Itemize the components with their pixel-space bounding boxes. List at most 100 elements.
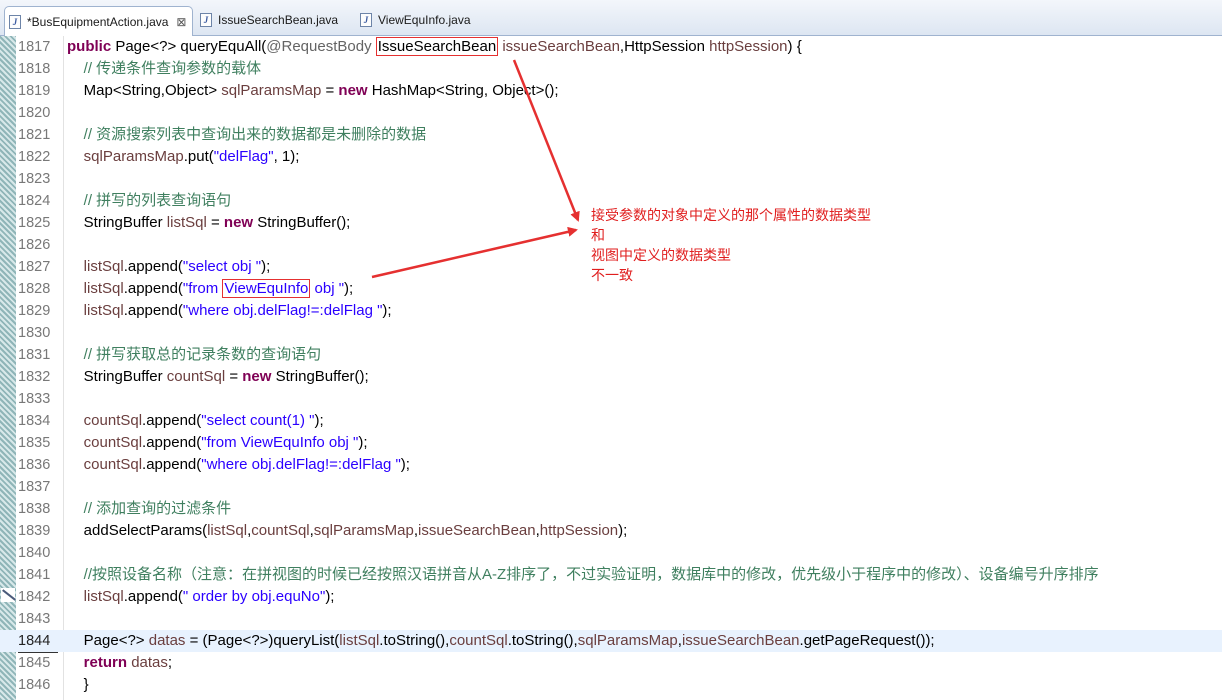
line-number: 1825 [18, 215, 51, 231]
code-line[interactable]: 1831 // 拼写获取总的记录条数的查询语句 [0, 344, 1222, 366]
code-editor[interactable]: 1817 public Page<?> queryEquAll(@RequestB… [0, 36, 1222, 700]
code-line[interactable]: 1830 [0, 322, 1222, 344]
code-line[interactable]: 1838 // 添加查询的过滤条件 [0, 498, 1222, 520]
tab-issue-search-bean[interactable]: J IssueSearchBean.java [196, 8, 338, 32]
code-line[interactable]: 1819 Map<String,Object> sqlParamsMap = n… [0, 80, 1222, 102]
code-token: countSql [67, 434, 143, 451]
line-code: countSql.append("select count(1) "); [67, 410, 324, 432]
annotation-line: 不一致 [591, 268, 633, 284]
code-token: ); [314, 412, 324, 429]
code-token: public [67, 38, 112, 55]
code-line[interactable]: 1840 [0, 542, 1222, 564]
code-token: Page<?> [67, 632, 149, 649]
line-number: 1824 [18, 193, 51, 209]
code-line[interactable]: 1843 [0, 608, 1222, 630]
code-line[interactable]: 1823 [0, 168, 1222, 190]
code-line[interactable]: 1833 [0, 388, 1222, 410]
line-code: StringBuffer countSql = new StringBuffer… [67, 366, 369, 388]
line-number: 1827 [18, 259, 51, 275]
code-token: ); [325, 588, 335, 605]
code-line[interactable]: 1839 addSelectParams(listSql,countSql,sq… [0, 520, 1222, 542]
code-line[interactable]: 1844 Page<?> datas = (Page<?>)queryList(… [0, 630, 1222, 653]
code-token: issueSearchBean [681, 632, 800, 649]
code-token: .append( [123, 258, 183, 275]
line-code: //按照设备名称（注意：在拼视图的时候已经按照汉语拼音从A-Z排序了，不过实验证… [67, 564, 1099, 586]
annotation-line: 接受参数的对象中定义的那个属性的数据类型 [591, 208, 871, 224]
line-number: 1842 [18, 589, 51, 605]
code-line[interactable]: 1832 StringBuffer countSql = new StringB… [0, 366, 1222, 388]
line-number: 1822 [18, 149, 51, 165]
code-token: listSql [67, 280, 124, 297]
line-number: 1834 [18, 413, 51, 429]
line-number: 1840 [18, 545, 51, 561]
code-line[interactable]: 1842 listSql.append(" order by obj.equNo… [0, 586, 1222, 608]
line-number: 1839 [18, 523, 51, 539]
line-number: 1846 [18, 677, 51, 693]
code-token: countSql [67, 412, 143, 429]
code-line[interactable]: 1845 return datas; [0, 652, 1222, 674]
code-line[interactable]: 1820 [0, 102, 1222, 124]
code-token: HashMap<String, Object>(); [367, 82, 559, 99]
code-line[interactable]: 1836 countSql.append("where obj.delFlag!… [0, 454, 1222, 476]
line-number: 1826 [18, 237, 51, 253]
code-token: StringBuffer(); [271, 368, 369, 385]
code-line[interactable]: 1822 sqlParamsMap.put("delFlag", 1); [0, 146, 1222, 168]
code-token: sqlParamsMap [67, 148, 184, 165]
tab-label: ViewEquInfo.java [378, 13, 471, 27]
code-token: "from [182, 280, 223, 297]
code-token: .toString(), [379, 632, 450, 649]
code-token: .append( [123, 302, 183, 319]
code-token: countSql [251, 522, 310, 539]
code-token: StringBuffer [67, 368, 167, 385]
code-token: new [242, 368, 272, 385]
line-code: Map<String,Object> sqlParamsMap = new Ha… [67, 80, 559, 102]
code-token: httpSession [539, 522, 619, 539]
code-token: listSql [67, 302, 124, 319]
code-token: ); [344, 280, 354, 297]
line-code: listSql.append(" order by obj.equNo"); [67, 586, 335, 608]
code-token: datas [148, 632, 186, 649]
code-token: sqlParamsMap [221, 82, 322, 99]
code-token: issueSearchBean [418, 522, 536, 539]
code-token: countSql [67, 456, 143, 473]
code-token: "select obj " [182, 258, 262, 275]
line-number: 1832 [18, 369, 51, 385]
editor-tab-bar: J *BusEquipmentAction.java ⊠ J IssueSear… [0, 0, 1222, 36]
line-number: 1843 [18, 611, 51, 627]
highlighted-token: ViewEquInfo [222, 279, 311, 298]
code-line[interactable]: 1841 //按照设备名称（注意：在拼视图的时候已经按照汉语拼音从A-Z排序了，… [0, 564, 1222, 586]
code-token: addSelectParams( [67, 522, 208, 539]
code-line[interactable]: 1829 listSql.append("where obj.delFlag!=… [0, 300, 1222, 322]
code-token: @RequestBody [266, 38, 372, 55]
code-line[interactable]: 1846 } [0, 674, 1222, 696]
line-number: 1819 [18, 83, 51, 99]
tab-bus-equipment-action[interactable]: J *BusEquipmentAction.java ⊠ [4, 6, 194, 36]
line-code: // 添加查询的过滤条件 [67, 498, 232, 520]
code-token: } [67, 676, 89, 693]
line-number: 1823 [18, 171, 51, 187]
code-token: countSql [166, 368, 226, 385]
tab-view-equ-info[interactable]: J ViewEquInfo.java [356, 8, 471, 32]
line-number: 1833 [18, 391, 51, 407]
line-code: public Page<?> queryEquAll(@RequestBody … [67, 36, 802, 58]
code-token: listSql [67, 258, 124, 275]
code-line[interactable]: 1834 countSql.append("select count(1) ")… [0, 410, 1222, 432]
code-token: Map<String,Object> [67, 82, 222, 99]
line-code: sqlParamsMap.put("delFlag", 1); [67, 146, 300, 168]
annotation-line: 视图中定义的数据类型 [591, 248, 731, 264]
code-line[interactable]: 1837 [0, 476, 1222, 498]
java-file-icon: J [360, 13, 372, 27]
code-token: .append( [123, 588, 183, 605]
code-token: sqlParamsMap [313, 522, 414, 539]
line-code: // 资源搜索列表中查询出来的数据都是未删除的数据 [67, 124, 427, 146]
code-line[interactable]: 1818 // 传递条件查询参数的载体 [0, 58, 1222, 80]
line-number: 1829 [18, 303, 51, 319]
code-line[interactable]: 1835 countSql.append("from ViewEquInfo o… [0, 432, 1222, 454]
close-icon[interactable]: ⊠ [176, 15, 186, 29]
code-token: // 拼写的列表查询语句 [67, 192, 232, 209]
code-token: countSql [449, 632, 508, 649]
code-line[interactable]: 1821 // 资源搜索列表中查询出来的数据都是未删除的数据 [0, 124, 1222, 146]
code-token: ; [167, 654, 173, 671]
code-line[interactable]: 1817 public Page<?> queryEquAll(@RequestB… [0, 36, 1222, 58]
line-code: listSql.append("where obj.delFlag!=:delF… [67, 300, 392, 322]
